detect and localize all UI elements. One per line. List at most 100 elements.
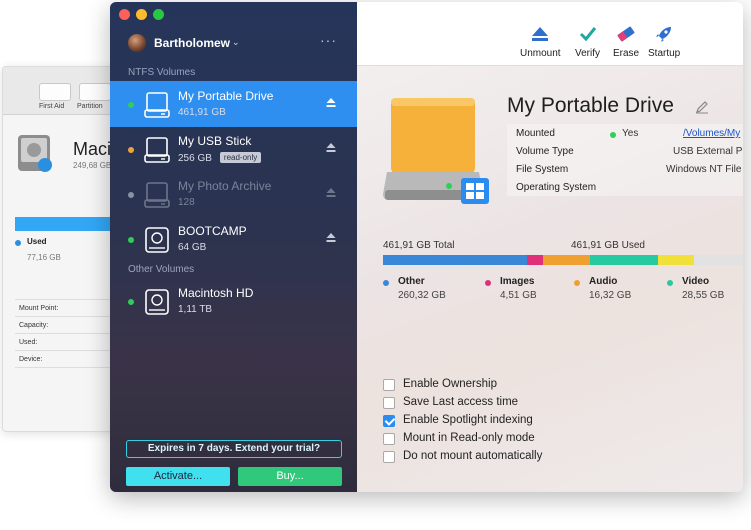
verify-button[interactable]: Verify xyxy=(575,24,600,59)
volume-size-value: 64 GB xyxy=(178,242,207,253)
volume-item[interactable]: My USB Stick 256 GB read-only xyxy=(110,126,357,172)
more-options-icon[interactable]: ··· xyxy=(320,32,337,48)
user-name[interactable]: Bartholomew xyxy=(154,36,230,50)
info-row-mounted: Mounted Yes /Volumes/My xyxy=(507,124,743,142)
volume-size: 256 GB read-only xyxy=(178,152,262,164)
info-key: Operating System xyxy=(516,182,597,193)
chevron-down-icon[interactable]: ⌄ xyxy=(232,37,240,48)
unmount-button[interactable]: Unmount xyxy=(520,24,561,59)
usage-segment-free xyxy=(658,255,695,265)
sidebar: Bartholomew ⌄ ··· NTFS Volumes My Portab… xyxy=(110,2,357,492)
volume-size-value: 461,91 GB xyxy=(178,107,226,118)
checkbox[interactable] xyxy=(383,397,395,409)
usb-drive-icon xyxy=(144,137,170,163)
legend-name: Video xyxy=(682,276,710,287)
volume-name: BOOTCAMP xyxy=(178,224,247,238)
checkbox[interactable] xyxy=(383,433,395,445)
mounted-status-dot xyxy=(610,132,616,138)
volume-item[interactable]: My Portable Drive 461,91 GB xyxy=(110,81,357,127)
used-dot xyxy=(15,240,21,246)
ntfs-volumes-label: NTFS Volumes xyxy=(128,67,196,78)
minimize-window-button[interactable] xyxy=(136,9,147,20)
volume-name: My Photo Archive xyxy=(178,179,272,193)
info-key: Volume Type xyxy=(516,146,574,157)
partition-button[interactable] xyxy=(79,83,111,101)
buy-button[interactable]: Buy... xyxy=(238,467,342,486)
status-dot xyxy=(128,147,134,153)
eject-icon[interactable] xyxy=(326,232,336,244)
usb-drive-icon xyxy=(144,92,170,118)
first-aid-button[interactable] xyxy=(39,83,71,101)
info-key: File System xyxy=(516,164,569,175)
legend-value: 28,55 GB xyxy=(682,290,725,301)
volume-item[interactable]: Macintosh HD 1,11 TB xyxy=(110,278,357,324)
internal-disk-icon xyxy=(145,227,169,253)
checkmark-icon xyxy=(579,27,596,42)
info-value: Yes xyxy=(622,128,639,139)
screenshot-stage: First Aid Partition Macintosh HD 249,68 … xyxy=(0,0,751,530)
mount-path-link[interactable]: /Volumes/My xyxy=(683,128,740,139)
volume-size: 461,91 GB xyxy=(178,107,226,118)
volume-size-value: 256 GB xyxy=(178,153,212,164)
background-used-label: Used xyxy=(27,237,47,246)
internal-disk-icon xyxy=(145,289,169,315)
other-volumes-label: Other Volumes xyxy=(128,264,195,275)
drive-title: My Portable Drive xyxy=(507,94,674,117)
volume-item[interactable]: My Photo Archive 128 xyxy=(110,171,357,217)
usage-bar xyxy=(383,255,743,265)
pencil-icon[interactable] xyxy=(695,100,709,114)
volume-name: My Portable Drive xyxy=(178,89,274,103)
legend-dot xyxy=(383,280,389,286)
erase-button[interactable]: Erase xyxy=(613,24,639,59)
volume-name: My USB Stick xyxy=(178,134,252,148)
trial-banner[interactable]: Expires in 7 days. Extend your trial? xyxy=(126,440,342,458)
toolbar: Unmount Verify Erase Startup xyxy=(357,2,743,66)
checkbox[interactable] xyxy=(383,415,395,427)
unmount-label: Unmount xyxy=(520,48,561,59)
usage-segment-other xyxy=(383,255,527,265)
legend-dot xyxy=(485,280,491,286)
eject-icon[interactable] xyxy=(326,97,336,109)
read-only-badge: read-only xyxy=(219,152,262,163)
usage-segment-video xyxy=(589,255,659,265)
hard-disk-icon xyxy=(18,135,52,172)
drive-details-panel: My Portable Drive Mounted Yes /Volumes/M… xyxy=(357,66,743,492)
legend-dot xyxy=(667,280,673,286)
usage-segment-rest xyxy=(694,255,743,265)
main-window: Bartholomew ⌄ ··· NTFS Volumes My Portab… xyxy=(110,2,743,492)
rocket-icon xyxy=(656,27,672,42)
verify-label: Verify xyxy=(575,48,601,59)
eraser-icon xyxy=(617,26,635,42)
option-label: Enable Spotlight indexing xyxy=(403,414,533,426)
close-window-button[interactable] xyxy=(119,9,130,20)
startup-button[interactable]: Startup xyxy=(648,24,680,59)
activate-button[interactable]: Activate... xyxy=(126,467,230,486)
info-row-file-system: File System Windows NT File xyxy=(507,160,743,178)
option-label: Do not mount automatically xyxy=(403,450,543,462)
legend-name: Audio xyxy=(589,276,618,287)
volume-size-value: 1,11 TB xyxy=(178,304,213,315)
legend-value: 16,32 GB xyxy=(589,290,632,301)
volume-size: 128 xyxy=(178,197,195,208)
status-dot xyxy=(128,192,134,198)
eject-icon[interactable] xyxy=(326,187,336,199)
background-used-value: 77,16 GB xyxy=(27,253,61,262)
checkbox[interactable] xyxy=(383,379,395,391)
partition-label: Partition xyxy=(77,103,103,110)
eject-icon[interactable] xyxy=(326,142,336,154)
first-aid-label: First Aid xyxy=(39,103,65,110)
eject-icon xyxy=(532,27,549,41)
usage-segment-images xyxy=(527,255,544,265)
background-size: 249,68 GB xyxy=(73,161,112,170)
legend-name: Other xyxy=(398,276,425,287)
legend-value: 260,32 GB xyxy=(398,290,446,301)
avatar[interactable] xyxy=(128,34,146,52)
external-drive-icon xyxy=(383,98,489,204)
startup-label: Startup xyxy=(648,48,681,59)
erase-label: Erase xyxy=(613,48,640,59)
drive-info-table: Mounted Yes /Volumes/My Volume Type USB … xyxy=(507,124,743,196)
volume-item[interactable]: BOOTCAMP 64 GB xyxy=(110,216,357,262)
checkbox[interactable] xyxy=(383,451,395,463)
zoom-window-button[interactable] xyxy=(153,9,164,20)
legend-dot xyxy=(574,280,580,286)
